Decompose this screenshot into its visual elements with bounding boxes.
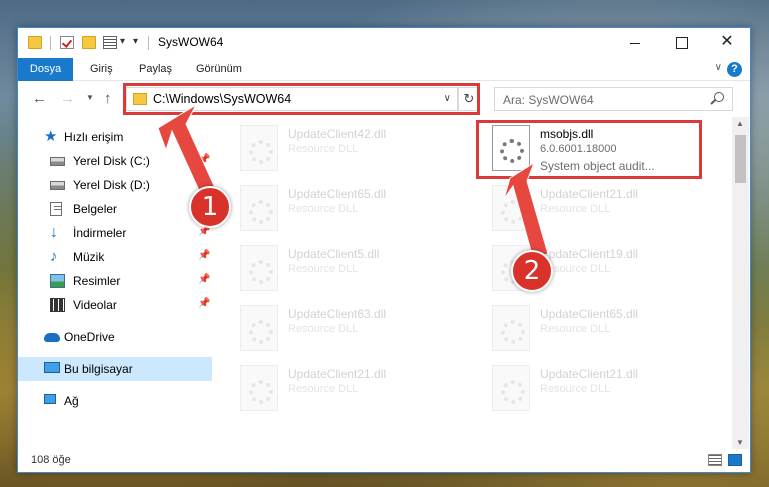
step-1-badge: 1 — [189, 186, 231, 228]
step-2-badge: 2 — [511, 250, 553, 292]
annotation-layer — [157, 103, 549, 259]
arrow-2-icon — [503, 161, 549, 259]
arrow-1-icon — [157, 103, 217, 198]
